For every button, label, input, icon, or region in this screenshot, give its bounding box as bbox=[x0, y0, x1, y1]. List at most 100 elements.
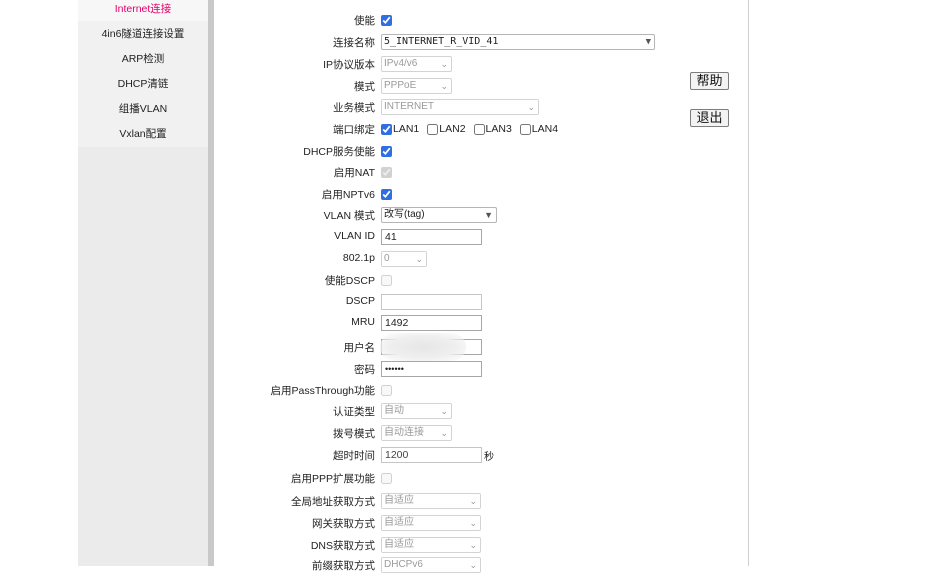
dhcp-server-checkbox[interactable] bbox=[381, 145, 392, 157]
lan4-label: LAN4 bbox=[531, 123, 559, 135]
nat-label: 启用NAT bbox=[333, 167, 375, 179]
mode-select[interactable]: PPPoE ⌄ bbox=[381, 78, 452, 94]
vlan-id-label: VLAN ID bbox=[334, 230, 375, 242]
service-mode-row: 业务模式 INTERNET ⌄ bbox=[214, 98, 734, 116]
service-mode-label: 业务模式 bbox=[333, 102, 375, 114]
service-mode-value: INTERNET bbox=[384, 101, 434, 112]
enable-label: 使能 bbox=[354, 15, 375, 27]
vlan-mode-label: VLAN 模式 bbox=[323, 210, 375, 222]
passthrough-row: 启用PassThrough功能 bbox=[214, 381, 734, 399]
lan2-option[interactable]: LAN2 bbox=[427, 123, 466, 135]
conn-name-select[interactable]: 5_INTERNET_R_VID_41 ▼ bbox=[381, 34, 655, 50]
lan3-checkbox[interactable] bbox=[473, 123, 485, 135]
chevron-down-icon: ▼ bbox=[645, 37, 651, 47]
global-addr-row: 全局地址获取方式 自适应 ⌄ bbox=[214, 492, 734, 510]
chevron-down-icon: ⌄ bbox=[527, 102, 535, 112]
password-input[interactable]: •••••• bbox=[381, 361, 482, 377]
username-label: 用户名 bbox=[343, 342, 376, 354]
port-bind-row: 端口绑定 LAN1 LAN2 LAN3 LAN4 bbox=[214, 120, 734, 138]
dial-mode-value: 自动连接 bbox=[384, 427, 424, 438]
ppp-ext-row: 启用PPP扩展功能 bbox=[214, 469, 734, 487]
conn-name-value: 5_INTERNET_R_VID_41 bbox=[384, 36, 499, 47]
content-border bbox=[748, 0, 749, 566]
ip-version-row: IP协议版本 IPv4/v6 ⌄ bbox=[214, 55, 734, 73]
dot1p-value: 0 bbox=[384, 253, 390, 264]
dial-mode-select[interactable]: 自动连接 ⌄ bbox=[381, 425, 452, 441]
nat-checkbox[interactable] bbox=[381, 166, 392, 178]
lan1-checkbox[interactable] bbox=[381, 123, 392, 135]
timeout-input[interactable]: 1200 bbox=[381, 447, 482, 463]
dns-select[interactable]: 自适应 ⌄ bbox=[381, 537, 481, 553]
dot1p-select[interactable]: 0 ⌄ bbox=[381, 251, 427, 267]
sidebar-item-dhcp-chain[interactable]: DHCP清链 bbox=[78, 72, 208, 96]
username-row: 用户名 bbox=[214, 338, 734, 356]
conn-name-row: 连接名称 5_INTERNET_R_VID_41 ▼ bbox=[214, 33, 734, 51]
dscp-row: DSCP bbox=[214, 293, 734, 311]
password-label: 密码 bbox=[354, 364, 375, 376]
dhcp-server-label: DHCP服务使能 bbox=[303, 146, 375, 158]
chevron-down-icon: ⌄ bbox=[440, 428, 448, 438]
dhcp-server-row: DHCP服务使能 bbox=[214, 142, 734, 160]
lan4-checkbox[interactable] bbox=[519, 123, 531, 135]
ppp-ext-checkbox[interactable] bbox=[381, 472, 392, 484]
chevron-down-icon: ⌄ bbox=[469, 518, 477, 528]
lan1-label: LAN1 bbox=[393, 123, 420, 135]
nptv6-checkbox[interactable] bbox=[381, 188, 392, 200]
prefix-row: 前缀获取方式 DHCPv6 ⌄ bbox=[214, 556, 734, 574]
passthrough-checkbox[interactable] bbox=[381, 384, 392, 396]
chevron-down-icon: ▼ bbox=[484, 210, 493, 220]
sidebar-item-vxlan[interactable]: Vxlan配置 bbox=[78, 122, 208, 146]
mru-row: MRU 1492 bbox=[214, 314, 734, 332]
sidebar-item-internet[interactable]: Internet连接 bbox=[78, 0, 208, 21]
lan3-option[interactable]: LAN3 bbox=[473, 123, 512, 135]
sidebar-item-arp[interactable]: ARP检测 bbox=[78, 47, 208, 71]
port-bind-label: 端口绑定 bbox=[333, 124, 375, 136]
ip-version-select[interactable]: IPv4/v6 ⌄ bbox=[381, 56, 452, 72]
dns-row: DNS获取方式 自适应 ⌄ bbox=[214, 536, 734, 554]
dscp-label: DSCP bbox=[345, 295, 375, 307]
vlan-mode-select[interactable]: 改写(tag) ▼ bbox=[381, 207, 497, 223]
chevron-down-icon: ⌄ bbox=[440, 406, 448, 416]
chevron-down-icon: ⌄ bbox=[440, 59, 448, 69]
lan3-label: LAN3 bbox=[485, 123, 512, 135]
mru-input[interactable]: 1492 bbox=[381, 315, 482, 331]
dscp-enable-checkbox[interactable] bbox=[381, 274, 392, 286]
global-addr-select[interactable]: 自适应 ⌄ bbox=[381, 493, 481, 509]
dot1p-label: 802.1p bbox=[342, 252, 375, 264]
passthrough-label: 启用PassThrough功能 bbox=[270, 385, 375, 397]
service-mode-select[interactable]: INTERNET ⌄ bbox=[381, 99, 539, 115]
dial-mode-label: 拨号模式 bbox=[333, 428, 375, 440]
gateway-select[interactable]: 自适应 ⌄ bbox=[381, 515, 481, 531]
nptv6-row: 启用NPTv6 bbox=[214, 185, 734, 203]
lan4-option[interactable]: LAN4 bbox=[519, 123, 559, 135]
prefix-select[interactable]: DHCPv6 ⌄ bbox=[381, 557, 481, 573]
vlan-id-input[interactable]: 41 bbox=[381, 229, 482, 245]
conn-name-label: 连接名称 bbox=[333, 37, 375, 49]
lan2-checkbox[interactable] bbox=[427, 123, 439, 135]
dscp-input[interactable] bbox=[381, 294, 482, 310]
vlan-mode-value: 改写(tag) bbox=[384, 209, 425, 220]
lan1-option[interactable]: LAN1 bbox=[381, 123, 419, 135]
nat-row: 启用NAT bbox=[214, 163, 734, 181]
timeout-unit: 秒 bbox=[484, 451, 494, 463]
nptv6-label: 启用NPTv6 bbox=[321, 189, 375, 201]
dscp-enable-row: 使能DSCP bbox=[214, 271, 734, 289]
chevron-down-icon: ⌄ bbox=[469, 560, 477, 570]
sidebar: Internet连接 4in6隧道连接设置 ARP检测 DHCP清链 组播VLA… bbox=[78, 0, 208, 566]
ppp-ext-label: 启用PPP扩展功能 bbox=[290, 473, 375, 485]
sidebar-item-4in6-tunnel[interactable]: 4in6隧道连接设置 bbox=[78, 22, 208, 46]
mode-label: 模式 bbox=[354, 81, 375, 93]
ip-version-value: IPv4/v6 bbox=[384, 58, 418, 69]
gateway-row: 网关获取方式 自适应 ⌄ bbox=[214, 514, 734, 532]
mode-value: PPPoE bbox=[384, 80, 417, 91]
sidebar-item-multicast-vlan[interactable]: 组播VLAN bbox=[78, 97, 208, 121]
enable-checkbox[interactable] bbox=[381, 14, 392, 26]
vlan-id-row: VLAN ID 41 bbox=[214, 228, 734, 246]
dscp-enable-label: 使能DSCP bbox=[324, 275, 375, 287]
dns-value: 自适应 bbox=[384, 539, 414, 550]
auth-type-value: 自动 bbox=[384, 405, 404, 416]
dot1p-row: 802.1p 0 ⌄ bbox=[214, 250, 734, 268]
global-addr-label: 全局地址获取方式 bbox=[291, 496, 375, 508]
gateway-label: 网关获取方式 bbox=[312, 518, 375, 530]
auth-type-select[interactable]: 自动 ⌄ bbox=[381, 403, 452, 419]
